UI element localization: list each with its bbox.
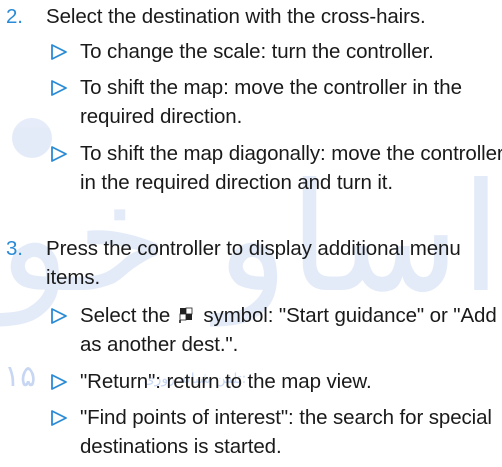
- triangle-bullet-icon: [51, 44, 67, 60]
- bullet-text: To shift the map: move the controller in…: [80, 76, 462, 128]
- triangle-bullet-icon: [51, 80, 67, 96]
- step-number: 3.: [6, 237, 23, 260]
- triangle-bullet-icon: [51, 410, 67, 426]
- bullet-text-before: Select the: [80, 304, 171, 327]
- triangle-bullet-icon: [51, 146, 67, 162]
- flag-symbol-icon: [178, 307, 193, 323]
- watermark-number: ۱۵: [4, 359, 36, 394]
- bullet-text: To shift the map diagonally: move the co…: [80, 142, 502, 194]
- bullet-text: Select the symbol: "Start guidance" or "…: [80, 301, 502, 359]
- step-text: Select the destination with the cross-ha…: [46, 5, 426, 28]
- step-text: Press the controller to display addition…: [46, 237, 461, 289]
- triangle-bullet-icon: [51, 374, 67, 390]
- bullet-text: To change the scale: turn the controller…: [80, 40, 434, 63]
- bullet-text: "Return": return to the map view.: [80, 370, 372, 393]
- watermark-dot: [12, 118, 52, 158]
- triangle-bullet-icon: [51, 308, 67, 324]
- step-number: 2.: [6, 5, 23, 28]
- bullet-text: "Find points of interest": the search fo…: [80, 406, 492, 458]
